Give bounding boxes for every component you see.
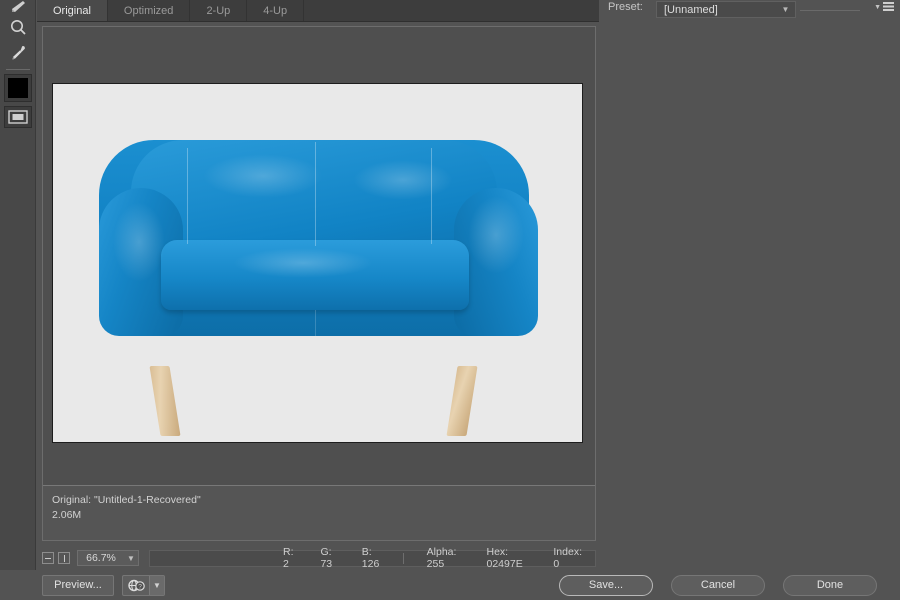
image-preview bbox=[52, 83, 583, 443]
sofa-image bbox=[53, 84, 582, 442]
zoom-level-select[interactable]: 66.7% ▼ bbox=[77, 550, 139, 566]
sofa-highlight bbox=[233, 248, 373, 278]
readout-divider bbox=[402, 552, 404, 564]
sofa-highlight bbox=[353, 160, 453, 200]
preset-rule bbox=[800, 10, 860, 11]
tab-4up[interactable]: 4-Up bbox=[247, 0, 305, 21]
settings-panel: Preset: [Unnamed] ▼ ▼ WBMP ▼ No Dither ▼ bbox=[600, 0, 900, 570]
sofa-highlight bbox=[468, 196, 524, 274]
hand-tool[interactable] bbox=[0, 0, 36, 14]
foreground-color-swatch[interactable] bbox=[3, 74, 32, 102]
preset-value: [Unnamed] bbox=[664, 3, 718, 16]
image-info-title: Original: "Untitled-1-Recovered" bbox=[52, 494, 201, 506]
preview-button[interactable]: Preview... bbox=[42, 574, 114, 596]
sofa-seam bbox=[315, 310, 316, 336]
image-info-bar: Original: "Untitled-1-Recovered" 2.06M bbox=[43, 485, 595, 540]
sofa-leg-left bbox=[149, 366, 181, 436]
sofa-highlight bbox=[203, 154, 323, 198]
color-readout: R: 2 G: 73 B: 126 Alpha: 255 Hex: 02497E… bbox=[149, 546, 596, 570]
extra-readout: Alpha: 255 Hex: 02497E Index: 0 bbox=[414, 546, 595, 570]
toggle-slices-visibility-button[interactable] bbox=[3, 106, 32, 128]
status-bar: 66.7% ▼ R: 2 G: 73 B: 126 Alpha: 255 Hex… bbox=[42, 546, 596, 570]
tab-optimized[interactable]: Optimized bbox=[107, 0, 191, 21]
zoom-tool[interactable] bbox=[0, 14, 36, 40]
image-canvas[interactable] bbox=[43, 27, 595, 485]
readout-b: B: 126 bbox=[361, 546, 380, 570]
image-info-size: 2.06M bbox=[52, 509, 82, 521]
show-slices-button[interactable] bbox=[58, 552, 70, 564]
chevron-down-icon: ▼ bbox=[781, 5, 790, 14]
hide-slices-button[interactable] bbox=[42, 552, 54, 564]
sofa-backrest bbox=[131, 140, 497, 250]
preset-row: Preset: [Unnamed] ▼ ▼ bbox=[608, 1, 894, 18]
sofa-seam bbox=[187, 148, 188, 244]
preview-browser-select[interactable]: ? ▼ bbox=[122, 574, 165, 596]
eyedropper-tool[interactable] bbox=[0, 40, 36, 66]
done-button[interactable]: Done bbox=[783, 574, 877, 596]
tools-palette bbox=[0, 0, 36, 570]
chevron-down-icon: ▼ bbox=[127, 553, 135, 563]
preview-pane: Original: "Untitled-1-Recovered" 2.06M bbox=[42, 26, 596, 541]
globe-question-icon: ? bbox=[123, 576, 149, 595]
rgb-readout: R: 2 G: 73 B: 126 bbox=[270, 546, 393, 570]
sofa-leg-right bbox=[446, 366, 478, 436]
readout-r: R: 2 bbox=[283, 546, 294, 570]
readout-g: G: 73 bbox=[320, 546, 333, 570]
preset-label: Preset: bbox=[608, 1, 643, 13]
chevron-down-icon: ▼ bbox=[149, 575, 164, 595]
save-button[interactable]: Save... bbox=[559, 574, 653, 596]
sofa-seam bbox=[315, 142, 316, 246]
cancel-button[interactable]: Cancel bbox=[671, 574, 765, 596]
preset-menu-button[interactable]: ▼ bbox=[874, 2, 894, 12]
readout-index: Index: 0 bbox=[553, 546, 582, 570]
toolbar-divider bbox=[5, 69, 30, 70]
view-tabs: Original Optimized 2-Up 4-Up bbox=[37, 0, 599, 22]
tab-original[interactable]: Original bbox=[37, 0, 108, 21]
zoom-level-value: 66.7% bbox=[86, 552, 116, 564]
readout-alpha: Alpha: 255 bbox=[426, 546, 457, 570]
readout-hex: Hex: 02497E bbox=[486, 546, 523, 570]
chevron-down-icon: ▼ bbox=[874, 3, 881, 11]
sofa-highlight bbox=[113, 202, 165, 282]
svg-text:?: ? bbox=[138, 583, 142, 590]
foreground-color-chip bbox=[7, 78, 28, 98]
save-for-web-dialog: Original Optimized 2-Up 4-Up Original: "… bbox=[0, 0, 900, 600]
preset-select[interactable]: [Unnamed] ▼ bbox=[656, 1, 796, 18]
tab-2up[interactable]: 2-Up bbox=[190, 0, 248, 21]
panel-menu-icon bbox=[883, 2, 894, 11]
dialog-button-bar: Preview... ? ▼ Save... Cancel Done bbox=[0, 570, 900, 600]
